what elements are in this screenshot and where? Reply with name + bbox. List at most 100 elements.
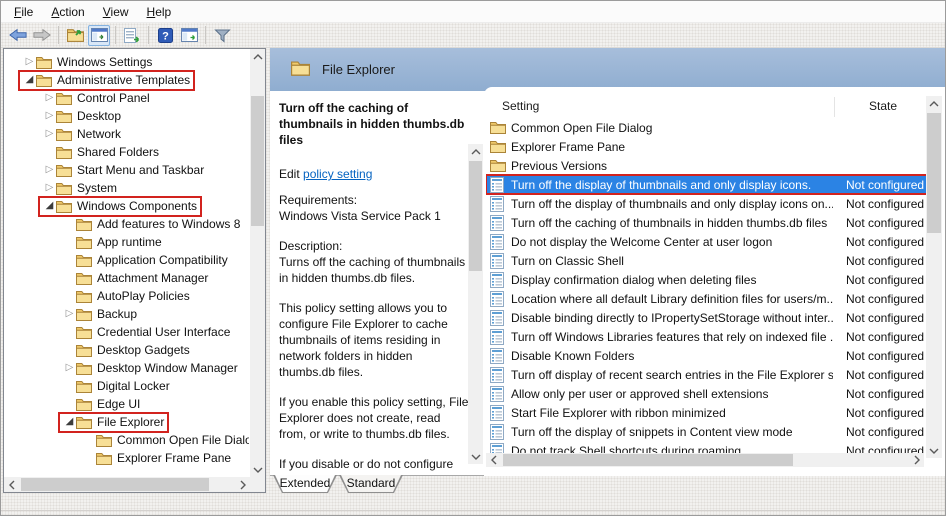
export-folder-icon[interactable] [64, 25, 86, 46]
tree-item[interactable]: Credential User Interface [5, 323, 249, 341]
edit-prefix: Edit [279, 167, 303, 181]
scrollbar-thumb[interactable] [21, 478, 209, 491]
show-window-icon[interactable] [178, 25, 200, 46]
expand-arrow-icon[interactable]: ▷ [43, 111, 56, 121]
back-arrow-icon[interactable] [7, 25, 29, 46]
scrollbar-thumb[interactable] [927, 113, 941, 233]
scrollbar-corner [250, 477, 265, 492]
expand-arrow-icon[interactable]: ▷ [43, 129, 56, 139]
expand-arrow-icon[interactable]: ▷ [43, 93, 56, 103]
settings-list-row[interactable]: Turn off display of recent search entrie… [486, 365, 927, 384]
expand-arrow-icon[interactable]: ◢ [63, 417, 76, 427]
tab-standard[interactable]: Standard [339, 475, 403, 493]
settings-list-row[interactable]: Disable binding directly to IPropertySet… [486, 308, 927, 327]
settings-list-row[interactable]: Disable Known Folders Not configured [486, 346, 927, 365]
tree-item[interactable]: Shared Folders [5, 143, 249, 161]
tree-item[interactable]: Digital Locker [5, 377, 249, 395]
tree-item[interactable]: ▷ Control Panel [5, 89, 249, 107]
tree-item[interactable]: ▷ Network [5, 125, 249, 143]
settings-list-row[interactable]: Location where all default Library defin… [486, 289, 927, 308]
settings-list-row[interactable]: Turn off the display of snippets in Cont… [486, 422, 927, 441]
expand-arrow-icon[interactable]: ◢ [43, 201, 56, 211]
tree-item[interactable]: ◢ Windows Components [5, 197, 249, 215]
policy-setting-link[interactable]: policy setting [303, 167, 372, 181]
scroll-left-icon[interactable] [486, 453, 501, 467]
settings-list-row[interactable]: Turn off the caching of thumbnails in hi… [486, 213, 927, 232]
tree-item[interactable]: ▷ Windows Settings [5, 53, 249, 71]
tab-extended[interactable]: Extended [273, 475, 337, 493]
tree-item[interactable]: ◢ File Explorer [5, 413, 249, 431]
scrollbar-thumb[interactable] [251, 96, 264, 226]
menu-file[interactable]: File [5, 3, 42, 21]
tree-item[interactable]: Application Compatibility [5, 251, 249, 269]
tree-item[interactable]: Edge UI [5, 395, 249, 413]
settings-list-row[interactable]: Display confirmation dialog when deletin… [486, 270, 927, 289]
scroll-down-icon[interactable] [250, 462, 265, 477]
scroll-right-icon[interactable] [909, 453, 924, 467]
tree-item[interactable]: ▷ Start Menu and Taskbar [5, 161, 249, 179]
settings-list-row[interactable]: Start File Explorer with ribbon minimize… [486, 403, 927, 422]
tree-item[interactable]: ▷ Backup [5, 305, 249, 323]
scroll-up-icon[interactable] [250, 49, 265, 64]
expand-arrow-icon[interactable]: ▷ [23, 57, 36, 67]
export-list-icon[interactable] [121, 25, 143, 46]
settings-list-row[interactable]: Turn off the display of thumbnails and o… [486, 194, 927, 213]
list-vertical-scrollbar[interactable] [926, 96, 942, 458]
console-tree-toggle-icon[interactable] [88, 25, 110, 46]
tree-item[interactable]: Explorer Frame Pane [5, 449, 249, 467]
scroll-up-icon[interactable] [468, 144, 483, 159]
folder-icon [56, 164, 72, 177]
scroll-left-icon[interactable] [4, 477, 19, 492]
tree-item[interactable]: Desktop Gadgets [5, 341, 249, 359]
tree-item[interactable]: Add features to Windows 8 [5, 215, 249, 233]
tree-item[interactable]: App runtime [5, 233, 249, 251]
menu-help[interactable]: Help [138, 3, 181, 21]
details-vertical-scrollbar[interactable] [468, 144, 483, 464]
settings-list-row[interactable]: Turn on Classic Shell Not configured [486, 251, 927, 270]
menu-action[interactable]: Action [42, 3, 93, 21]
settings-list-row[interactable]: Turn off the display of thumbnails and o… [486, 175, 927, 194]
column-divider[interactable] [834, 97, 835, 117]
scroll-down-icon[interactable] [926, 443, 942, 458]
folder-icon [76, 326, 92, 339]
tree-item[interactable]: ▷ Desktop [5, 107, 249, 125]
selected-node-title: File Explorer [322, 62, 395, 77]
expand-arrow-icon[interactable]: ▷ [43, 183, 56, 193]
tree-item-label: Desktop [77, 109, 121, 123]
tree-item[interactable]: Attachment Manager [5, 269, 249, 287]
tree-item[interactable]: ▷ System [5, 179, 249, 197]
forward-arrow-icon[interactable] [31, 25, 53, 46]
scroll-right-icon[interactable] [235, 477, 250, 492]
settings-list-row[interactable]: Previous Versions [486, 156, 927, 175]
column-header-state[interactable]: State [869, 99, 897, 113]
settings-list-row[interactable]: Do not track Shell shortcuts during roam… [486, 441, 927, 453]
scroll-up-icon[interactable] [926, 96, 942, 111]
tree-item[interactable]: Common Open File Dialog [5, 431, 249, 449]
scrollbar-thumb[interactable] [503, 454, 793, 466]
expand-arrow-icon[interactable]: ▷ [63, 363, 76, 373]
settings-list-row[interactable]: Allow only per user or approved shell ex… [486, 384, 927, 403]
tree-horizontal-scrollbar[interactable] [4, 477, 250, 492]
settings-list-row[interactable]: Explorer Frame Pane [486, 137, 927, 156]
expand-arrow-icon[interactable]: ▷ [43, 165, 56, 175]
filter-icon[interactable] [211, 25, 233, 46]
settings-list-row[interactable]: Common Open File Dialog [486, 118, 927, 137]
settings-list-row[interactable]: Do not display the Welcome Center at use… [486, 232, 927, 251]
list-horizontal-scrollbar[interactable] [486, 453, 924, 467]
scrollbar-thumb[interactable] [469, 161, 482, 271]
settings-list-row[interactable]: Turn off Windows Libraries features that… [486, 327, 927, 346]
expand-arrow-icon[interactable]: ◢ [23, 75, 36, 85]
help-icon[interactable]: ? [154, 25, 176, 46]
tree-item[interactable]: AutoPlay Policies [5, 287, 249, 305]
expand-arrow-icon[interactable]: ▷ [63, 309, 76, 319]
policy-description: Requirements: Windows Vista Service Pack… [279, 192, 470, 475]
menu-view[interactable]: View [94, 3, 138, 21]
tree-item[interactable]: ▷ Desktop Window Manager [5, 359, 249, 377]
folder-icon [56, 200, 72, 213]
scroll-down-icon[interactable] [468, 449, 483, 464]
column-header-setting[interactable]: Setting [502, 99, 539, 113]
tree-vertical-scrollbar[interactable] [250, 49, 265, 477]
row-icon [490, 367, 506, 383]
description-paragraph: Description: Turns off the caching of th… [279, 238, 470, 286]
tree-item[interactable]: ◢ Administrative Templates [5, 71, 249, 89]
